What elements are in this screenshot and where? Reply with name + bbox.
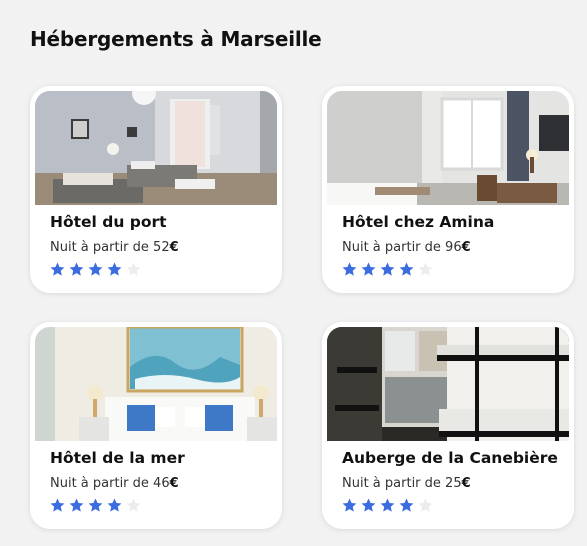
price-value: 46	[153, 476, 170, 491]
price-prefix: Nuit à partir de	[50, 240, 154, 255]
listing-photo	[35, 91, 277, 205]
price-currency: €	[461, 240, 471, 255]
listing-card-auberge-de-la-canebiere[interactable]: Auberge de la Canebière Nuit à partir de…	[322, 322, 574, 529]
listing-name: Auberge de la Canebière	[342, 449, 558, 467]
star-rating	[49, 497, 142, 515]
price-prefix: Nuit à partir de	[50, 476, 154, 491]
star-filled-icon	[360, 261, 377, 278]
price-currency: €	[169, 476, 179, 491]
listing-card-hotel-chez-amina[interactable]: Hôtel chez Amina Nuit à partir de 96€	[322, 86, 574, 293]
listing-price: Nuit à partir de 96€	[342, 240, 471, 255]
page-title: Hébergements à Marseille	[30, 27, 322, 51]
star-empty-icon	[125, 261, 142, 278]
star-filled-icon	[379, 261, 396, 278]
star-filled-icon	[360, 497, 377, 514]
listing-price: Nuit à partir de 46€	[50, 476, 179, 491]
star-empty-icon	[417, 261, 434, 278]
star-filled-icon	[398, 261, 415, 278]
price-prefix: Nuit à partir de	[342, 476, 446, 491]
star-filled-icon	[106, 497, 123, 514]
price-value: 96	[445, 240, 462, 255]
star-empty-icon	[417, 497, 434, 514]
star-filled-icon	[398, 497, 415, 514]
star-filled-icon	[106, 261, 123, 278]
star-filled-icon	[341, 261, 358, 278]
price-currency: €	[461, 476, 471, 491]
star-filled-icon	[379, 497, 396, 514]
listing-name: Hôtel du port	[50, 213, 167, 231]
price-value: 52	[153, 240, 170, 255]
star-rating	[49, 261, 142, 279]
price-currency: €	[169, 240, 179, 255]
price-prefix: Nuit à partir de	[342, 240, 446, 255]
listing-card-hotel-de-la-mer[interactable]: Hôtel de la mer Nuit à partir de 46€	[30, 322, 282, 529]
listing-photo	[327, 91, 569, 205]
listing-name: Hôtel de la mer	[50, 449, 185, 467]
price-value: 25	[445, 476, 462, 491]
star-filled-icon	[49, 261, 66, 278]
listing-photo	[327, 327, 569, 441]
listing-card-hotel-du-port[interactable]: Hôtel du port Nuit à partir de 52€	[30, 86, 282, 293]
listing-name: Hôtel chez Amina	[342, 213, 495, 231]
star-rating	[341, 497, 434, 515]
star-rating	[341, 261, 434, 279]
star-filled-icon	[87, 261, 104, 278]
star-filled-icon	[87, 497, 104, 514]
listing-price: Nuit à partir de 52€	[50, 240, 179, 255]
listing-photo	[35, 327, 277, 441]
star-filled-icon	[68, 497, 85, 514]
star-filled-icon	[68, 261, 85, 278]
listing-price: Nuit à partir de 25€	[342, 476, 471, 491]
star-filled-icon	[341, 497, 358, 514]
star-filled-icon	[49, 497, 66, 514]
star-empty-icon	[125, 497, 142, 514]
